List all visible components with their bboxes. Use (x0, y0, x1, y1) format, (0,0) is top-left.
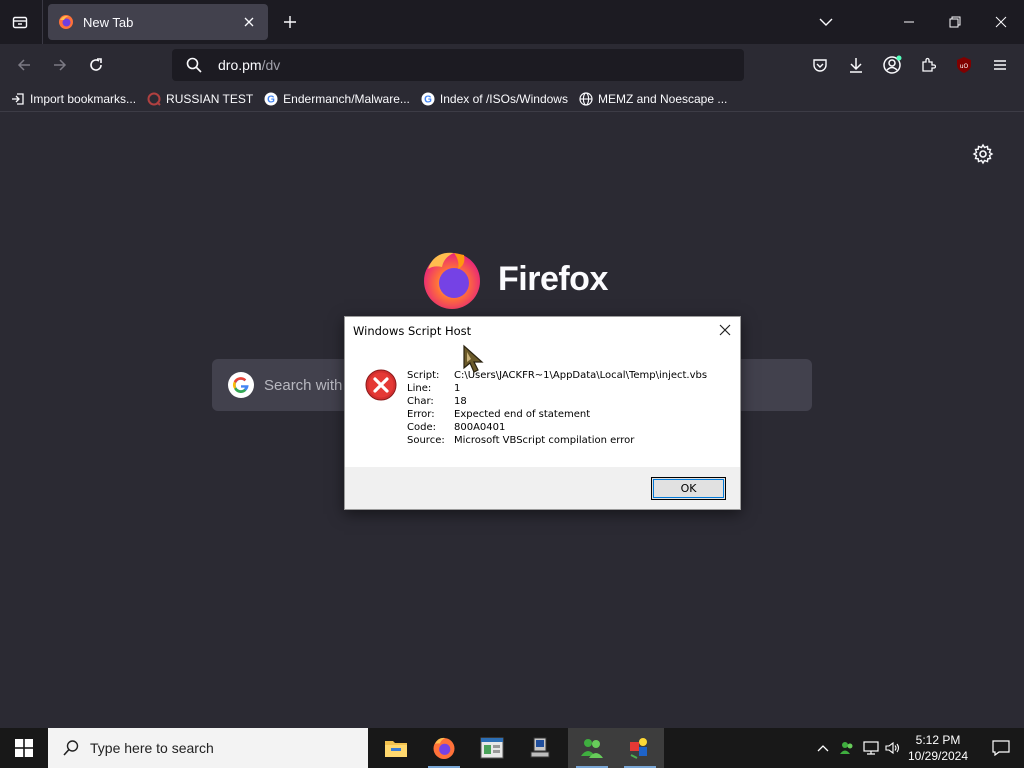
taskbar-search-placeholder: Type here to search (90, 740, 214, 756)
extensions-icon[interactable] (914, 51, 942, 79)
download-icon[interactable] (842, 51, 870, 79)
detail-key: Char: (407, 396, 434, 407)
bookmark-label: Endermanch/Malware... (283, 91, 410, 106)
dialog-titlebar[interactable]: Windows Script Host (345, 317, 740, 345)
firefox-icon[interactable] (420, 728, 468, 768)
detail-key: Line: (407, 383, 432, 394)
detail-value: 1 (454, 383, 461, 394)
minimize-icon[interactable] (886, 0, 932, 44)
computer-icon[interactable] (516, 728, 564, 768)
taskbar: Type here to search 5:12 PM 10/29/2024 (0, 728, 1024, 768)
plus-icon[interactable] (278, 10, 302, 34)
tab-list-icon[interactable] (6, 8, 34, 36)
detail-value: C:\Users\JACKFR~1\AppData\Local\Temp\inj… (454, 370, 708, 381)
url-path: /dv (261, 57, 281, 73)
google-icon: G (420, 91, 436, 107)
firefox-logo-icon (424, 252, 480, 309)
detail-row: Script: C:\Users\JACKFR~1\AppData\Local\T… (407, 369, 707, 382)
bookmark-memz[interactable]: MEMZ and Noescape ... (578, 91, 727, 107)
network-people-icon[interactable] (568, 728, 616, 768)
back-icon[interactable] (10, 51, 38, 79)
firefox-favicon (59, 15, 73, 29)
ok-button[interactable]: OK (651, 477, 726, 500)
url-host: dro.pm (218, 57, 262, 73)
detail-key: Code: (407, 422, 436, 433)
system-clock[interactable]: 5:12 PM 10/29/2024 (900, 732, 976, 764)
google-icon: G (263, 91, 279, 107)
menu-icon[interactable] (986, 51, 1014, 79)
close-window-icon[interactable] (978, 0, 1024, 44)
bookmark-label: Import bookmarks... (30, 91, 137, 106)
detail-row: Code: 800A0401 (407, 421, 707, 434)
bookmark-label: RUSSIAN TEST (166, 91, 254, 106)
search-icon (63, 740, 79, 756)
account-icon[interactable] (878, 51, 906, 79)
detail-key: Source: (407, 435, 445, 446)
detail-row: Line: 1 (407, 382, 707, 395)
import-icon (10, 91, 26, 107)
detail-value: Expected end of statement (454, 409, 591, 420)
gear-icon[interactable] (972, 143, 994, 165)
tab-new-tab[interactable]: New Tab (48, 4, 268, 40)
google-logo-icon (228, 372, 254, 398)
tab-title: New Tab (83, 14, 134, 30)
restore-icon[interactable] (932, 0, 978, 44)
pointer-cursor-icon (463, 344, 484, 373)
newtab-search-placeholder: Search with (264, 376, 343, 394)
firefox-wordmark: Firefox (498, 259, 608, 298)
url-bar[interactable]: dro.pm/dv (172, 49, 744, 81)
clock-date: 10/29/2024 (907, 749, 969, 763)
search-icon (184, 55, 204, 75)
pocket-icon[interactable] (806, 51, 834, 79)
bookmark-label: MEMZ and Noescape ... (597, 91, 728, 106)
forward-icon[interactable] (46, 51, 74, 79)
close-icon[interactable] (240, 13, 258, 31)
firefox-logo: Firefox (420, 247, 608, 311)
tab-separator (42, 0, 43, 44)
file-explorer-icon[interactable] (372, 728, 420, 768)
script-host-dialog: Windows Script Host Script: C:\Users\JACK… (344, 316, 741, 510)
people-tray-icon[interactable] (836, 728, 858, 768)
dialog-body: Script: C:\Users\JACKFR~1\AppData\Local\T… (345, 345, 740, 467)
chevron-up-icon[interactable] (812, 728, 834, 768)
network-icon[interactable] (860, 728, 882, 768)
svg-text:G: G (267, 94, 275, 105)
detail-row: Char: 18 (407, 395, 707, 408)
bookmark-import[interactable]: Import bookmarks... (10, 91, 136, 107)
detail-key: Error: (407, 409, 435, 420)
bookmark-label: Index of /ISOs/Windows (439, 91, 568, 106)
tab-strip: New Tab (0, 0, 1024, 44)
detail-value: Microsoft VBScript compilation error (454, 435, 635, 446)
paint-icon[interactable] (616, 728, 664, 768)
error-icon (365, 369, 397, 401)
bookmark-russian-test[interactable]: RUSSIAN TEST (146, 91, 253, 107)
close-icon[interactable] (712, 317, 738, 343)
dialog-footer: OK (345, 467, 740, 509)
detail-row: Error: Expected end of statement (407, 408, 707, 421)
chevron-down-icon[interactable] (814, 10, 838, 34)
detail-key: Script: (407, 370, 440, 381)
navigation-toolbar: dro.pm/dv uO (0, 44, 1024, 86)
taskbar-search-box[interactable]: Type here to search (48, 728, 368, 768)
clock-time: 5:12 PM (915, 733, 961, 747)
detail-value: 18 (454, 396, 467, 407)
app-window-icon[interactable] (468, 728, 516, 768)
bookmarks-toolbar: Import bookmarks... RUSSIAN TEST G Ender… (0, 86, 1024, 112)
svg-text:G: G (424, 94, 432, 105)
ublock-icon[interactable]: uO (950, 51, 978, 79)
error-details: Script: C:\Users\JACKFR~1\AppData\Local\T… (407, 369, 707, 447)
globe-icon (146, 91, 162, 107)
bookmark-isos[interactable]: G Index of /ISOs/Windows (420, 91, 568, 107)
svg-text:uO: uO (960, 63, 969, 70)
windows-start-icon[interactable] (0, 728, 48, 768)
globe-icon (578, 91, 594, 107)
dialog-title: Windows Script Host (353, 324, 472, 338)
detail-value: 800A0401 (454, 422, 506, 433)
reload-icon[interactable] (82, 51, 110, 79)
bookmark-endermanch[interactable]: G Endermanch/Malware... (263, 91, 410, 107)
detail-row: Source: Microsoft VBScript compilation er… (407, 434, 707, 447)
notification-icon[interactable] (978, 728, 1024, 768)
